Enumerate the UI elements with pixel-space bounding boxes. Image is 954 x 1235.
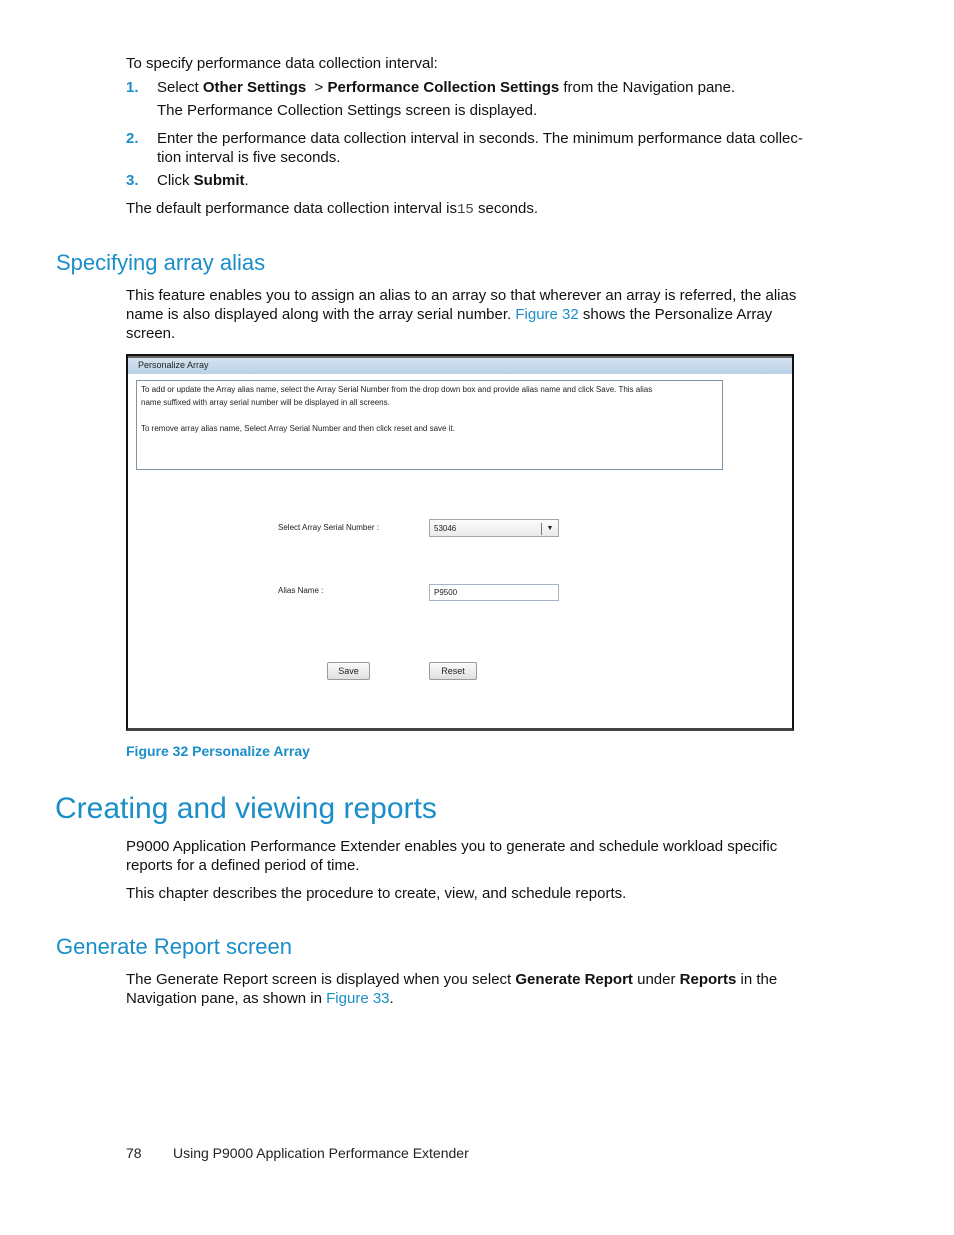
step-number: 3. [126,172,139,189]
chevron-down-icon[interactable]: ▼ [541,523,558,535]
chapter-description: This chapter describes the procedure to … [126,885,627,902]
serial-number-label: Select Array Serial Number : [278,523,379,532]
step-1-result: The Performance Collection Settings scre… [157,102,538,119]
info-remove-text: To remove array alias name, Select Array… [141,424,455,433]
step-2: 2. [126,129,139,148]
default-interval-value: 15 [457,202,474,218]
step-number: 2. [126,130,139,147]
personalize-array-screenshot: Personalize Array To add or update the A… [126,354,794,731]
step-1: 1. [126,78,139,97]
alias-name-input[interactable]: P9500 [429,584,559,601]
step-1-text: Select Other Settings > Performance Coll… [157,79,736,96]
figure-33-link[interactable]: Figure 33 [326,990,389,1007]
figure-32-link[interactable]: Figure 32 [515,306,578,323]
intro-text: To specify performance data collection i… [126,55,438,72]
reset-button[interactable]: Reset [429,662,477,680]
info-text: To add or update the Array alias name, s… [141,385,653,407]
footer-title: Using P9000 Application Performance Exte… [173,1145,469,1161]
alias-name-label: Alias Name : [278,586,324,595]
save-button[interactable]: Save [327,662,370,680]
chapter-heading: Creating and viewing reports [55,792,437,825]
chapter-intro: P9000 Application Performance Extender e… [126,838,778,874]
default-interval-text: The default performance data collection … [126,200,539,218]
step-2-text: Enter the performance data collection in… [157,130,803,166]
section-heading-generate-report: Generate Report screen [56,934,293,959]
panel-title: Personalize Array [128,356,792,374]
info-box: To add or update the Array alias name, s… [136,380,723,470]
step-number: 1. [126,79,139,96]
array-alias-paragraph: This feature enables you to assign an al… [126,287,797,342]
step-3-text: Click Submit. [157,172,249,189]
figure-caption: Figure 32 Personalize Array [126,743,310,759]
page-number: 78 [126,1145,142,1161]
generate-report-paragraph: The Generate Report screen is displayed … [126,971,778,1007]
serial-number-select[interactable]: 53046 ▼ [429,519,559,537]
step-3: 3. [126,171,139,190]
section-heading-array-alias: Specifying array alias [56,250,266,275]
